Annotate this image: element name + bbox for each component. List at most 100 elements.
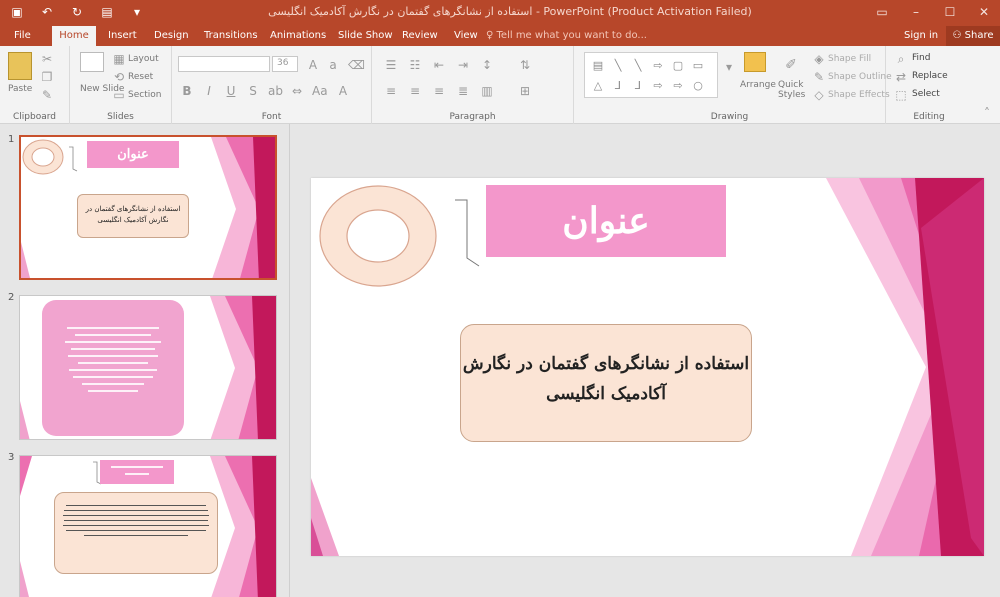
tab-insert[interactable]: Insert: [104, 26, 141, 46]
decrease-font-icon[interactable]: a: [326, 58, 340, 72]
save-icon[interactable]: ▣: [8, 3, 26, 21]
clipboard-group: Paste ✂ ❐ ✎ Clipboard: [0, 46, 70, 124]
slide-title[interactable]: عنوان: [486, 185, 726, 257]
connector-shape-icon[interactable]: ⅃: [611, 79, 625, 93]
columns-icon[interactable]: ▥: [480, 84, 494, 98]
find-button[interactable]: Find: [912, 53, 930, 63]
decrease-indent-icon[interactable]: ⇤: [432, 58, 446, 72]
change-case-icon[interactable]: Aa: [312, 84, 328, 98]
numbering-icon[interactable]: ☷: [408, 58, 422, 72]
tab-transitions[interactable]: Transitions: [200, 26, 262, 46]
textbox-shape-icon[interactable]: ▤: [591, 59, 605, 73]
tab-slide-show[interactable]: Slide Show: [334, 26, 397, 46]
arrange-button[interactable]: Arrange: [740, 80, 776, 90]
character-spacing-icon[interactable]: ⇔: [290, 84, 304, 98]
slide-1-thumb-title: عنوان: [87, 141, 179, 168]
replace-button[interactable]: Replace: [912, 71, 948, 81]
customize-qat-icon[interactable]: ▾: [128, 3, 146, 21]
tab-animations[interactable]: Animations: [266, 26, 330, 46]
shapes-more-icon[interactable]: ▾: [722, 60, 736, 74]
line-shape-icon-2[interactable]: ╲: [631, 59, 645, 73]
editing-group: ⌕ Find ⇄ Replace ⬚ Select Editing: [886, 46, 972, 124]
underline-icon[interactable]: U: [224, 84, 238, 98]
clear-formatting-icon[interactable]: ⌫: [348, 58, 365, 72]
rounded-rect-shape-icon[interactable]: ▢: [671, 59, 685, 73]
bullets-icon[interactable]: ☰: [384, 58, 398, 72]
strikethrough-icon[interactable]: ab: [268, 84, 283, 98]
line-spacing-icon[interactable]: ↕: [480, 58, 494, 72]
triangle-shape-icon[interactable]: △: [591, 79, 605, 93]
copy-icon[interactable]: ❐: [40, 70, 54, 84]
text-line: [88, 390, 138, 392]
shape-outline-button[interactable]: Shape Outline: [828, 72, 892, 82]
shape-fill-button[interactable]: Shape Fill: [828, 54, 871, 64]
paste-button[interactable]: Paste: [8, 84, 32, 94]
increase-font-icon[interactable]: A: [306, 58, 320, 72]
maximize-icon[interactable]: ☐: [940, 2, 960, 22]
tab-view[interactable]: View: [450, 26, 482, 46]
collapse-ribbon-icon[interactable]: ˄: [980, 106, 994, 120]
reset-button[interactable]: Reset: [128, 72, 153, 82]
minimize-icon[interactable]: –: [906, 2, 926, 22]
block-arrow-shape-icon[interactable]: ⇨: [651, 79, 665, 93]
quick-styles-button[interactable]: Quick Styles: [778, 80, 812, 100]
ribbon: Paste ✂ ❐ ✎ Clipboard New Slide ▦ Layout…: [0, 46, 1000, 124]
shape-effects-button[interactable]: Shape Effects: [828, 90, 890, 100]
new-slide-icon[interactable]: [80, 52, 104, 72]
shapes-gallery[interactable]: ▤ ╲ ╲ ⇨ ▢ ▭ △ ⅃ ⅃ ⇨ ⇨ ○: [584, 52, 718, 98]
font-group: 36 A a ⌫ B I U S ab ⇔ Aa A Font: [172, 46, 372, 124]
tell-me-box[interactable]: ♀ Tell me what you want to do...: [486, 26, 647, 46]
rectangle-shape-icon[interactable]: ▭: [691, 59, 705, 73]
layout-button[interactable]: Layout: [128, 54, 159, 64]
quick-styles-icon[interactable]: ✐: [784, 58, 798, 72]
tab-review[interactable]: Review: [398, 26, 442, 46]
align-right-icon[interactable]: ≡: [432, 84, 446, 98]
main-slide-canvas[interactable]: عنوان استفاده از نشانگرهای گفتمان در نگا…: [311, 178, 984, 556]
oval-shape-icon[interactable]: ○: [691, 79, 705, 93]
slide-thumbnail-1[interactable]: عنوان استفاده از نشانگرهای گفتمان در نگا…: [19, 135, 277, 280]
clipboard-label: Clipboard: [13, 112, 56, 122]
line-shape-icon[interactable]: ╲: [611, 59, 625, 73]
start-from-beginning-icon[interactable]: ▤: [98, 3, 116, 21]
title-bar: ▣ ↶ ↻ ▤ ▾ استفاده از نشانگرهای گفتمان در…: [0, 0, 1000, 26]
cut-icon[interactable]: ✂: [40, 52, 54, 66]
arrow-shape-icon[interactable]: ⇨: [651, 59, 665, 73]
text-line: [63, 515, 209, 516]
increase-indent-icon[interactable]: ⇥: [456, 58, 470, 72]
slide-thumbnail-2[interactable]: [19, 295, 277, 440]
align-center-icon[interactable]: ≡: [408, 84, 422, 98]
arrange-icon[interactable]: [744, 52, 766, 72]
tab-home[interactable]: Home: [52, 26, 96, 46]
select-button[interactable]: Select: [912, 89, 940, 99]
sign-in-link[interactable]: Sign in: [904, 26, 938, 46]
italic-icon[interactable]: I: [202, 84, 216, 98]
font-size-input[interactable]: 36: [272, 56, 298, 72]
tab-design[interactable]: Design: [150, 26, 193, 46]
font-label: Font: [261, 112, 282, 122]
slide-thumbnail-3[interactable]: [19, 455, 277, 597]
paste-icon[interactable]: [8, 52, 32, 80]
tab-file[interactable]: File: [10, 26, 35, 46]
format-painter-icon[interactable]: ✎: [40, 88, 54, 102]
justify-icon[interactable]: ≣: [456, 84, 470, 98]
connector-shape-icon-2[interactable]: ⅃: [631, 79, 645, 93]
flowchart-shape-icon[interactable]: ⇨: [671, 79, 685, 93]
section-button[interactable]: Section: [128, 90, 161, 100]
slide-3-thumb-title: [100, 460, 174, 484]
convert-to-smartart-icon[interactable]: ⊞: [518, 84, 532, 98]
font-name-input[interactable]: [178, 56, 270, 72]
bold-icon[interactable]: B: [180, 84, 194, 98]
text-direction-icon[interactable]: ⇅: [518, 58, 532, 72]
share-label: Share: [964, 30, 994, 41]
slide-body-textbox[interactable]: استفاده از نشانگرهای گفتمان در نگارش آکا…: [460, 324, 752, 442]
close-icon[interactable]: ✕: [974, 2, 994, 22]
share-button[interactable]: ⚇ Share: [946, 26, 1000, 46]
undo-icon[interactable]: ↶: [38, 3, 56, 21]
text-line: [64, 520, 208, 521]
shadow-icon[interactable]: S: [246, 84, 260, 98]
font-color-icon[interactable]: A: [336, 84, 350, 98]
ribbon-display-icon[interactable]: ▭: [872, 2, 892, 22]
redo-icon[interactable]: ↻: [68, 3, 86, 21]
window-controls: ▭ – ☐ ✕: [872, 2, 994, 22]
align-left-icon[interactable]: ≡: [384, 84, 398, 98]
